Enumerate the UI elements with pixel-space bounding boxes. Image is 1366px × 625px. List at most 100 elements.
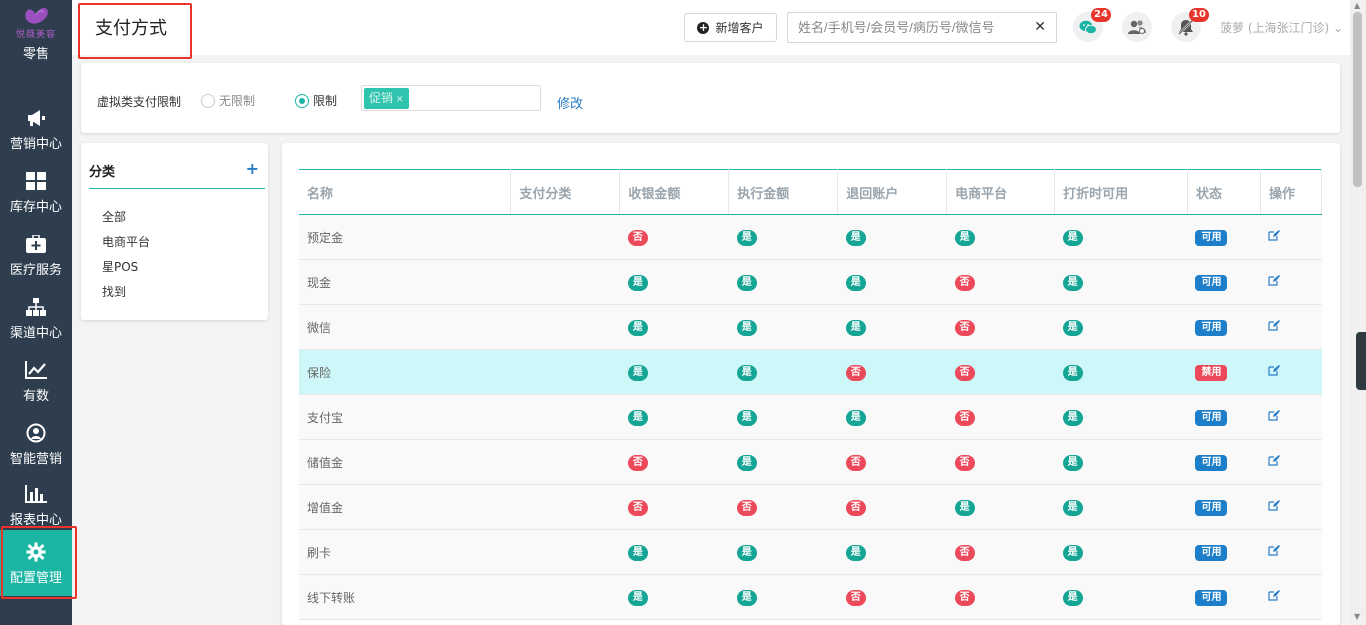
yes-badge: 是	[736, 454, 757, 471]
wechat-button[interactable]: 24	[1073, 8, 1111, 42]
action-cell	[1260, 529, 1322, 575]
nav-item-channel[interactable]: 渠道中心	[0, 287, 72, 349]
notifications-button[interactable]: 10	[1171, 8, 1209, 42]
contacts-button[interactable]	[1122, 12, 1152, 42]
payment-name-cell: 现金	[299, 259, 511, 305]
status-cell: 可用	[1187, 214, 1261, 260]
flag-cell: 是	[728, 349, 838, 395]
scrollbar-thumb[interactable]	[1353, 12, 1362, 187]
nav-item-medical[interactable]: 医疗服务	[0, 224, 72, 286]
table-row[interactable]: 微信 是 是 是 否 是 可用	[299, 304, 1322, 350]
status-cell: 可用	[1187, 394, 1261, 440]
radio-label: 限制	[313, 94, 338, 108]
customer-search: ✕	[787, 12, 1057, 43]
category-item[interactable]: 星POS	[102, 258, 138, 275]
nav-item-label: 智能营销	[9, 451, 62, 467]
user-menu[interactable]: 菠萝 (上海张江门诊) ⌄	[1220, 19, 1343, 36]
table-row[interactable]: 增值金 否 否 否 是 是 可用	[299, 484, 1322, 530]
table-header-row: 名称 支付分类 收银金额 执行金额 退回账户 电商平台 打折时可用 状态 操作	[299, 169, 1323, 215]
edit-icon[interactable]	[1268, 544, 1281, 560]
column-header: 收银金额	[619, 169, 730, 215]
tag-label: 促销	[369, 91, 394, 105]
nav-item-marketing[interactable]: 营销中心	[0, 98, 72, 160]
search-input[interactable]	[788, 13, 1028, 42]
flag-cell: 是	[837, 304, 947, 350]
table-row[interactable]: 储值金 否 是 否 否 是 可用	[299, 439, 1322, 485]
yes-badge: 是	[845, 544, 866, 561]
side-widget[interactable]	[1356, 332, 1366, 390]
yes-badge: 是	[1062, 454, 1083, 471]
nav-item-label: 报表中心	[9, 512, 62, 528]
radio-limit[interactable]: 限制	[295, 92, 337, 109]
action-cell	[1260, 259, 1322, 305]
column-header: 退回账户	[837, 169, 948, 215]
people-icon	[25, 422, 47, 444]
edit-icon[interactable]	[1268, 364, 1281, 380]
radio-circle	[201, 93, 215, 108]
edit-icon[interactable]	[1268, 229, 1281, 245]
line-chart-icon	[25, 359, 47, 381]
column-header: 执行金额	[728, 169, 839, 215]
flag-cell: 是	[728, 529, 838, 575]
flag-cell: 是	[1054, 394, 1188, 440]
edit-icon[interactable]	[1268, 274, 1281, 290]
table-row[interactable]: 线下转账 是 是 否 否 是 可用	[299, 574, 1322, 620]
megaphone-icon	[25, 107, 47, 129]
butterfly-logo-icon	[25, 7, 48, 24]
radio-no-limit[interactable]: 无限制	[201, 92, 255, 109]
tag-select[interactable]: 促销 ✕	[361, 85, 541, 111]
action-cell	[1260, 484, 1322, 530]
chevron-down-icon: ⌄	[1333, 21, 1344, 35]
nav-retail-label[interactable]: 零售	[23, 43, 49, 62]
payment-category-cell	[510, 574, 620, 620]
table-row[interactable]: 预定金 否 是 是 是 是 可用	[299, 214, 1322, 260]
modify-link[interactable]: 修改	[557, 93, 583, 112]
flag-cell: 否	[946, 529, 1055, 575]
flag-cell: 是	[837, 259, 947, 305]
radio-circle	[295, 93, 309, 108]
clear-search-icon[interactable]: ✕	[1034, 19, 1046, 35]
yes-badge: 是	[1062, 499, 1083, 516]
edit-icon[interactable]	[1268, 454, 1281, 470]
table-row[interactable]: 支付宝 是 是 是 否 是 可用	[299, 394, 1322, 440]
category-item[interactable]: 找到	[102, 283, 126, 300]
edit-icon[interactable]	[1268, 589, 1281, 605]
no-badge: 否	[627, 499, 648, 516]
column-header: 状态	[1187, 169, 1261, 215]
scroll-down-icon[interactable]: ▼	[1354, 612, 1360, 621]
page-scrollbar[interactable]: ▲ ▼	[1350, 0, 1366, 625]
flag-cell: 是	[619, 394, 729, 440]
nav-item-smart-marketing[interactable]: 智能营销	[0, 413, 72, 475]
table-row[interactable]: 保险 是 是 否 否 是 禁用	[299, 349, 1322, 395]
table-row[interactable]: 现金 是 是 是 否 是 可用	[299, 259, 1322, 305]
edit-icon[interactable]	[1268, 409, 1281, 425]
flag-cell: 是	[1054, 259, 1188, 305]
plus-circle-icon: +	[697, 20, 710, 34]
yes-badge: 是	[1062, 229, 1083, 246]
flag-cell: 否	[946, 259, 1055, 305]
edit-icon[interactable]	[1268, 499, 1281, 515]
payment-restriction-panel: 虚拟类支付限制 无限制 限制 促销 ✕ 修改	[81, 63, 1340, 133]
nav-item-data[interactable]: 有数	[0, 350, 72, 412]
category-item[interactable]: 全部	[102, 208, 126, 225]
flag-cell: 否	[946, 439, 1055, 485]
yes-badge: 是	[736, 409, 757, 426]
logo[interactable]: 悦薇美容 零售	[0, 0, 72, 62]
payment-category-cell	[510, 439, 620, 485]
tag-remove-icon[interactable]: ✕	[396, 95, 404, 105]
status-cell: 禁用	[1187, 349, 1261, 395]
nav-item-inventory[interactable]: 库存中心	[0, 161, 72, 223]
edit-icon[interactable]	[1268, 319, 1281, 335]
yes-badge: 是	[1062, 319, 1083, 336]
users-icon	[1128, 20, 1146, 34]
scroll-up-icon[interactable]: ▲	[1354, 1, 1360, 10]
yes-badge: 是	[845, 274, 866, 291]
category-item[interactable]: 电商平台	[102, 233, 150, 250]
flag-cell: 是	[1054, 529, 1188, 575]
yes-badge: 是	[1062, 364, 1083, 381]
table-row[interactable]: 刷卡 是 是 是 否 是 可用	[299, 529, 1322, 575]
new-customer-button[interactable]: + 新增客户	[684, 13, 777, 42]
no-badge: 否	[954, 589, 975, 606]
column-header: 支付分类	[510, 169, 621, 215]
add-category-icon[interactable]: +	[246, 159, 259, 178]
